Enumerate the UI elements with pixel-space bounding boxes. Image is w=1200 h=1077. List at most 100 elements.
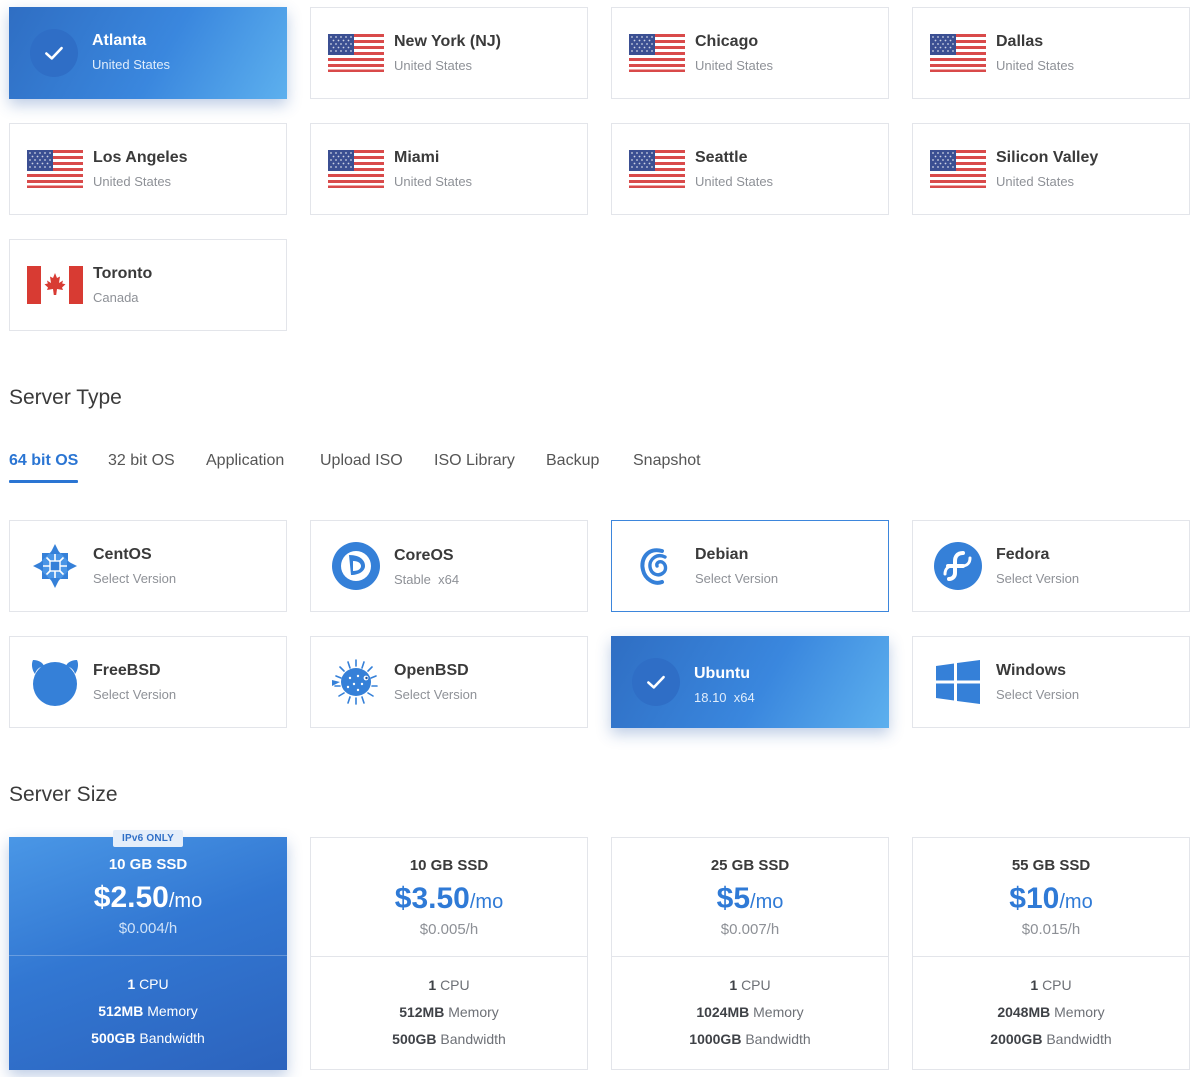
plan-memory: 2048MB Memory — [997, 1004, 1105, 1020]
ipv6-only-badge: IPv6 ONLY — [112, 830, 184, 847]
location-city: Chicago — [695, 33, 759, 50]
os-card-centos[interactable]: CentOS Select Version — [9, 520, 287, 612]
us-flag-icon — [629, 27, 685, 79]
tab-backup[interactable]: Backup — [546, 452, 599, 470]
location-city: Toronto — [93, 265, 153, 282]
plan-memory: 512MB Memory — [399, 1004, 499, 1020]
plan-card-10[interactable]: 55 GB SSD $10/mo $0.015/h 1 CPU 2048MB M… — [912, 837, 1190, 1070]
us-flag-icon — [930, 143, 986, 195]
check-icon — [30, 29, 78, 77]
os-version-select[interactable]: Select Version — [93, 687, 176, 702]
plan-storage: 10 GB SSD — [108, 856, 188, 873]
os-name: Debian — [695, 546, 749, 563]
os-name: Fedora — [996, 546, 1050, 563]
os-version-select[interactable]: Select Version — [996, 687, 1079, 702]
windows-icon — [930, 656, 986, 708]
plan-storage: 55 GB SSD — [1011, 857, 1091, 874]
location-city: Los Angeles — [93, 149, 188, 166]
plan-bandwidth: 500GB Bandwidth — [392, 1031, 506, 1047]
tab-upload-iso[interactable]: Upload ISO — [320, 452, 403, 470]
os-version-select[interactable]: 18.10 x64 — [694, 690, 755, 705]
fedora-icon — [930, 540, 986, 592]
us-flag-icon — [328, 143, 384, 195]
plan-hourly-price: $0.007/h — [720, 921, 780, 938]
location-country: United States — [92, 57, 171, 72]
plan-memory: 1024MB Memory — [696, 1004, 804, 1020]
os-card-openbsd[interactable]: OpenBSD Select Version — [310, 636, 588, 728]
location-city: Atlanta — [92, 32, 147, 49]
os-card-fedora[interactable]: Fedora Select Version — [912, 520, 1190, 612]
os-name: CoreOS — [394, 547, 454, 564]
us-flag-icon — [27, 143, 83, 195]
os-version-select[interactable]: Select Version — [93, 571, 176, 586]
us-flag-icon — [328, 27, 384, 79]
os-card-windows[interactable]: Windows Select Version — [912, 636, 1190, 728]
plan-card-3-50[interactable]: 10 GB SSD $3.50/mo $0.005/h 1 CPU 512MB … — [310, 837, 588, 1070]
plan-hourly-price: $0.004/h — [118, 920, 178, 937]
location-city: Dallas — [996, 33, 1044, 50]
server-type-heading: Server Type — [9, 386, 122, 409]
plan-memory: 512MB Memory — [98, 1003, 198, 1019]
us-flag-icon — [930, 27, 986, 79]
plan-card-5[interactable]: 25 GB SSD $5/mo $0.007/h 1 CPU 1024MB Me… — [611, 837, 889, 1070]
tab-iso-library[interactable]: ISO Library — [434, 452, 515, 470]
location-country: United States — [695, 58, 774, 73]
location-city: Miami — [394, 149, 440, 166]
freebsd-icon — [27, 656, 83, 708]
location-card-toronto[interactable]: Toronto Canada — [9, 239, 287, 331]
plan-divider — [9, 955, 287, 956]
plan-price: $5/mo — [716, 882, 784, 915]
tab-64-bit-os[interactable]: 64 bit OS — [9, 452, 79, 483]
location-country: United States — [695, 174, 774, 189]
os-card-coreos[interactable]: CoreOS Stable x64 — [310, 520, 588, 612]
plan-card-2-50[interactable]: IPv6 ONLY 10 GB SSD $2.50/mo $0.004/h 1 … — [9, 830, 287, 1070]
location-country: United States — [394, 174, 473, 189]
location-card-silicon-valley[interactable]: Silicon Valley United States — [912, 123, 1190, 215]
os-name: OpenBSD — [394, 662, 469, 679]
server-size-heading: Server Size — [9, 783, 118, 806]
plan-storage: 25 GB SSD — [710, 857, 790, 874]
os-card-ubuntu[interactable]: Ubuntu 18.10 x64 — [611, 636, 889, 728]
os-version-select[interactable]: Select Version — [394, 687, 477, 702]
plan-divider — [311, 956, 587, 957]
debian-icon — [629, 540, 685, 592]
plan-bandwidth: 500GB Bandwidth — [91, 1030, 205, 1046]
plan-storage: 10 GB SSD — [409, 857, 489, 874]
plan-cpu: 1 CPU — [127, 976, 169, 992]
plan-divider — [913, 956, 1189, 957]
plan-cpu: 1 CPU — [729, 977, 771, 993]
location-country: Canada — [93, 290, 139, 305]
os-name: Ubuntu — [694, 665, 750, 682]
tab-application[interactable]: Application — [206, 452, 284, 470]
os-name: FreeBSD — [93, 662, 161, 679]
plan-price: $10/mo — [1009, 882, 1093, 915]
location-country: United States — [996, 174, 1075, 189]
plan-bandwidth: 1000GB Bandwidth — [689, 1031, 811, 1047]
us-flag-icon — [629, 143, 685, 195]
location-card-atlanta[interactable]: Atlanta United States — [9, 7, 287, 99]
location-card-dallas[interactable]: Dallas United States — [912, 7, 1190, 99]
location-card-seattle[interactable]: Seattle United States — [611, 123, 889, 215]
location-card-chicago[interactable]: Chicago United States — [611, 7, 889, 99]
plan-divider — [612, 956, 888, 957]
coreos-icon — [328, 540, 384, 592]
location-card-los-angeles[interactable]: Los Angeles United States — [9, 123, 287, 215]
location-city: New York (NJ) — [394, 33, 501, 50]
plan-hourly-price: $0.015/h — [1021, 921, 1081, 938]
os-version-select[interactable]: Stable x64 — [394, 572, 459, 587]
location-city: Silicon Valley — [996, 149, 1099, 166]
location-country: United States — [996, 58, 1075, 73]
os-card-freebsd[interactable]: FreeBSD Select Version — [9, 636, 287, 728]
location-country: United States — [394, 58, 473, 73]
location-card-miami[interactable]: Miami United States — [310, 123, 588, 215]
os-version-select[interactable]: Select Version — [996, 571, 1079, 586]
plan-price: $3.50/mo — [394, 882, 504, 915]
location-card-new-york[interactable]: New York (NJ) United States — [310, 7, 588, 99]
location-city: Seattle — [695, 149, 748, 166]
centos-icon — [27, 540, 83, 592]
os-card-debian[interactable]: Debian Select Version — [611, 520, 889, 612]
location-country: United States — [93, 174, 172, 189]
tab-snapshot[interactable]: Snapshot — [633, 452, 701, 470]
tab-32-bit-os[interactable]: 32 bit OS — [108, 452, 175, 470]
os-version-select[interactable]: Select Version — [695, 571, 778, 586]
